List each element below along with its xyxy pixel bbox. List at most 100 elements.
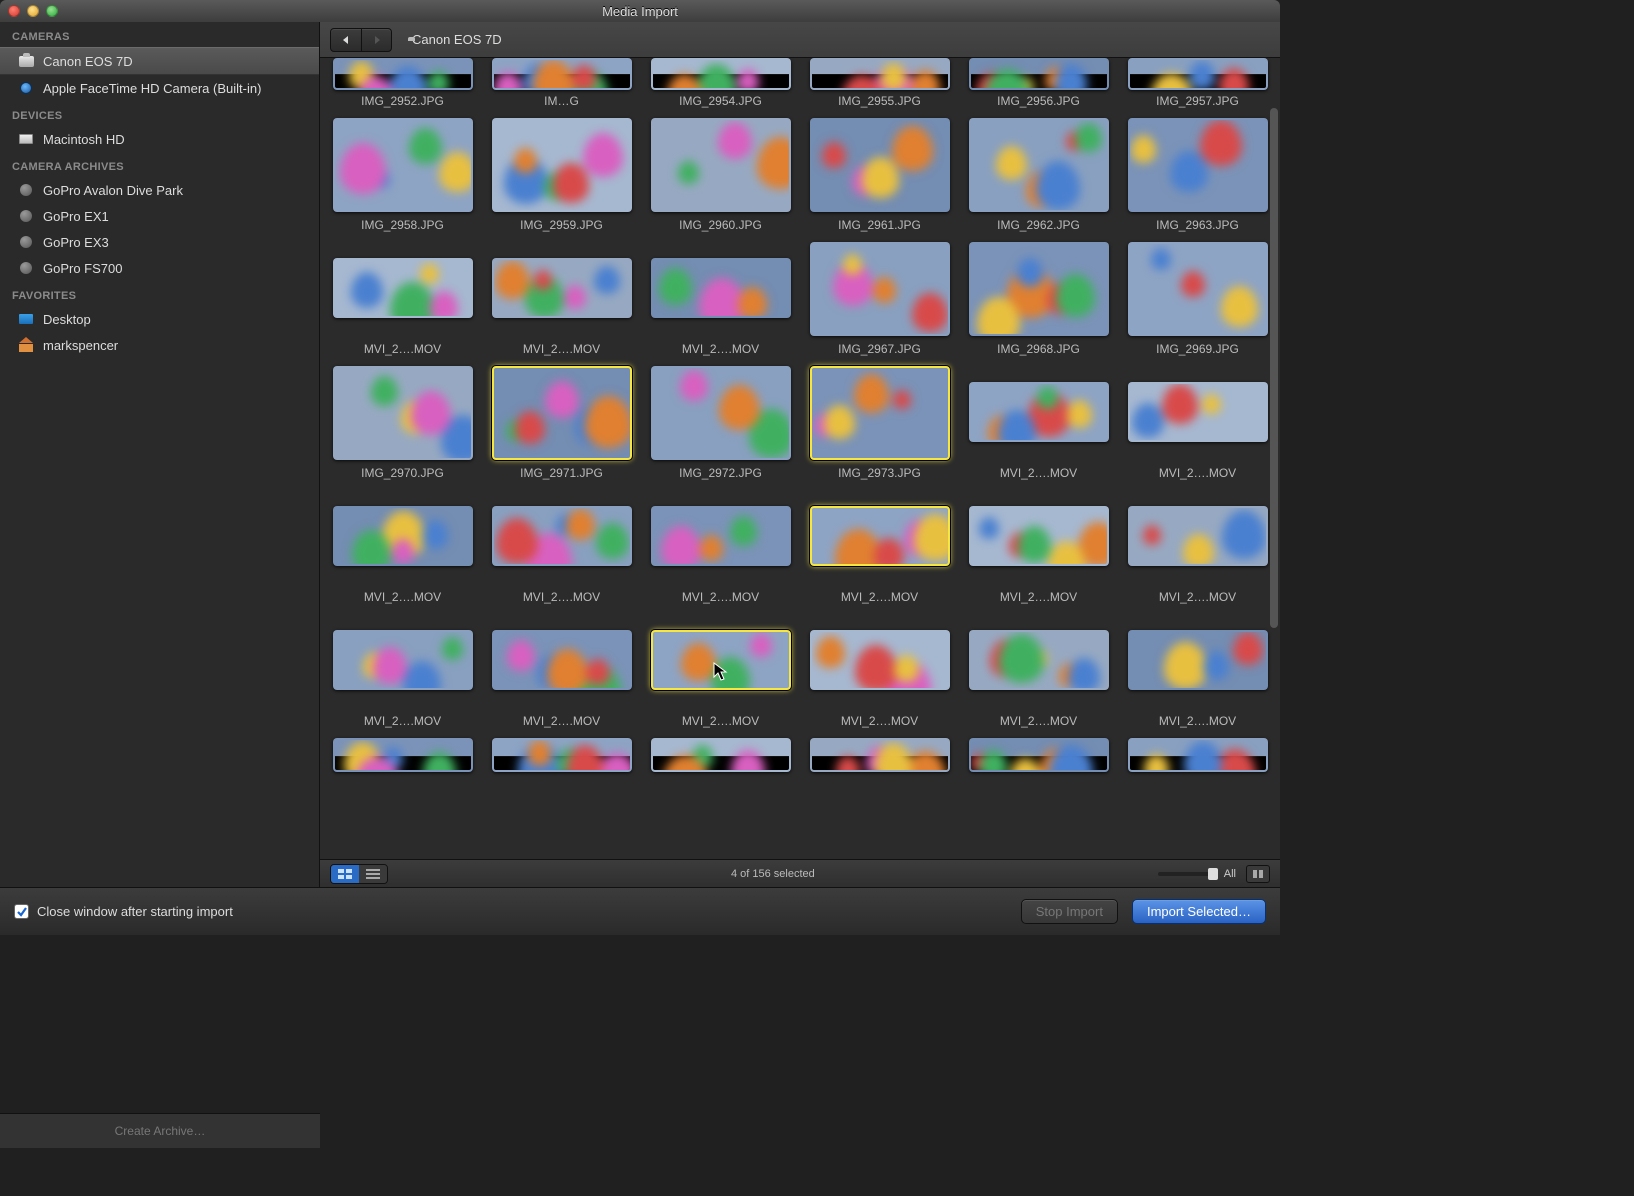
thumbnail[interactable] xyxy=(969,382,1109,442)
thumbnail-item[interactable]: IMG_2955.JPG xyxy=(807,58,952,108)
sidebar-item[interactable]: GoPro EX1 xyxy=(0,203,319,229)
thumbnail[interactable] xyxy=(969,506,1109,566)
thumbnail[interactable] xyxy=(969,242,1109,336)
sidebar-item[interactable]: markspencer xyxy=(0,332,319,358)
scrollbar[interactable] xyxy=(1270,108,1278,859)
thumbnail[interactable] xyxy=(810,630,950,690)
thumbnail[interactable] xyxy=(651,118,791,212)
create-archive-button[interactable]: Create Archive… xyxy=(103,1120,218,1142)
import-selected-button[interactable]: Import Selected… xyxy=(1132,899,1266,924)
close-after-import-checkbox[interactable]: Close window after starting import xyxy=(14,904,233,919)
thumbnail[interactable] xyxy=(492,118,632,212)
thumbnail[interactable] xyxy=(1128,242,1268,336)
thumbnail[interactable] xyxy=(969,58,1109,90)
thumbnail-item[interactable] xyxy=(1125,738,1270,772)
thumbnail-item[interactable]: IMG_2967.JPG xyxy=(807,242,952,356)
thumbnail[interactable] xyxy=(1128,506,1268,566)
thumbnail[interactable] xyxy=(492,366,632,460)
thumbnail-item[interactable]: MVI_2….MOV xyxy=(1125,490,1270,604)
thumbnail-item[interactable]: MVI_2….MOV xyxy=(1125,366,1270,480)
thumbnail[interactable] xyxy=(492,258,632,318)
thumbnail-item[interactable]: MVI_2….MOV xyxy=(330,490,475,604)
thumbnail-item[interactable]: IMG_2963.JPG xyxy=(1125,118,1270,232)
thumbnail[interactable] xyxy=(333,58,473,90)
nav-forward-button[interactable] xyxy=(361,29,391,51)
thumbnail[interactable] xyxy=(969,118,1109,212)
thumbnail-item[interactable] xyxy=(648,738,793,772)
thumbnail-item[interactable]: IMG_2968.JPG xyxy=(966,242,1111,356)
thumbnail-item[interactable]: MVI_2….MOV xyxy=(489,614,634,728)
thumbnail-item[interactable]: IMG_2952.JPG xyxy=(330,58,475,108)
thumbnail[interactable] xyxy=(810,242,950,336)
stop-import-button[interactable]: Stop Import xyxy=(1021,899,1118,924)
thumbnail-item[interactable]: MVI_2….MOV xyxy=(807,490,952,604)
thumbnail[interactable] xyxy=(333,738,473,772)
thumbnail-item[interactable] xyxy=(489,738,634,772)
thumbnail-item[interactable]: MVI_2….MOV xyxy=(966,614,1111,728)
nav-back-button[interactable] xyxy=(331,29,361,51)
thumbnail-size-slider[interactable]: All xyxy=(1158,868,1236,880)
thumbnail-item[interactable]: MVI_2….MOV xyxy=(966,366,1111,480)
thumbnail-item[interactable]: IMG_2970.JPG xyxy=(330,366,475,480)
thumbnail[interactable] xyxy=(333,118,473,212)
thumbnail[interactable] xyxy=(810,366,950,460)
sidebar-item[interactable]: GoPro EX3 xyxy=(0,229,319,255)
thumbnail[interactable] xyxy=(333,506,473,566)
thumbnail-item[interactable]: IMG_2969.JPG xyxy=(1125,242,1270,356)
thumbnail[interactable] xyxy=(1128,58,1268,90)
thumbnail[interactable] xyxy=(810,506,950,566)
thumbnail[interactable] xyxy=(1128,118,1268,212)
thumbnail[interactable] xyxy=(969,630,1109,690)
minimize-window-button[interactable] xyxy=(27,5,39,17)
sidebar-item[interactable]: GoPro FS700 xyxy=(0,255,319,281)
list-view-button[interactable] xyxy=(359,865,387,883)
thumbnail-item[interactable]: IMG_2956.JPG xyxy=(966,58,1111,108)
view-mode-segment[interactable] xyxy=(330,864,388,884)
thumbnail-item[interactable]: IMG_2954.JPG xyxy=(648,58,793,108)
thumbnail-item[interactable] xyxy=(330,738,475,772)
thumbnail[interactable] xyxy=(810,58,950,90)
thumbnail-item[interactable]: IM…G xyxy=(489,58,634,108)
grid-view-button[interactable] xyxy=(331,865,359,883)
breadcrumb[interactable]: Canon EOS 7D xyxy=(404,32,502,47)
thumbnail-item[interactable]: MVI_2….MOV xyxy=(330,242,475,356)
close-window-button[interactable] xyxy=(8,5,20,17)
thumbnail-item[interactable]: IMG_2960.JPG xyxy=(648,118,793,232)
thumbnail-item[interactable]: MVI_2….MOV xyxy=(807,614,952,728)
thumbnail-item[interactable]: MVI_2….MOV xyxy=(489,242,634,356)
thumbnail[interactable] xyxy=(1128,738,1268,772)
thumbnail-item[interactable]: MVI_2….MOV xyxy=(648,614,793,728)
thumbnail[interactable] xyxy=(1128,630,1268,690)
sidebar-item[interactable]: Desktop xyxy=(0,306,319,332)
thumbnail-item[interactable]: IMG_2973.JPG xyxy=(807,366,952,480)
thumbnail[interactable] xyxy=(333,258,473,318)
thumbnail-item[interactable]: IMG_2972.JPG xyxy=(648,366,793,480)
thumbnail[interactable] xyxy=(651,258,791,318)
sidebar-item[interactable]: Canon EOS 7D xyxy=(0,47,319,75)
thumbnail-item[interactable]: IMG_2961.JPG xyxy=(807,118,952,232)
thumbnail-item[interactable] xyxy=(807,738,952,772)
thumbnail[interactable] xyxy=(492,630,632,690)
sidebar-item[interactable]: GoPro Avalon Dive Park xyxy=(0,177,319,203)
thumbnail[interactable] xyxy=(1128,382,1268,442)
thumbnail-item[interactable] xyxy=(966,738,1111,772)
thumbnail[interactable] xyxy=(651,630,791,690)
thumbnail-item[interactable]: IMG_2958.JPG xyxy=(330,118,475,232)
clip-appearance-button[interactable] xyxy=(1246,865,1270,883)
thumbnail[interactable] xyxy=(492,506,632,566)
thumbnail[interactable] xyxy=(333,630,473,690)
thumbnail[interactable] xyxy=(810,118,950,212)
thumbnail-item[interactable]: IMG_2971.JPG xyxy=(489,366,634,480)
thumbnail-item[interactable]: IMG_2962.JPG xyxy=(966,118,1111,232)
zoom-window-button[interactable] xyxy=(46,5,58,17)
thumbnail-item[interactable]: MVI_2….MOV xyxy=(330,614,475,728)
thumbnail[interactable] xyxy=(651,506,791,566)
thumbnail-grid[interactable]: IMG_2952.JPG IM…G IMG_2954.JPG IMG_2955.JPG… xyxy=(320,58,1280,782)
thumbnail-item[interactable]: MVI_2….MOV xyxy=(489,490,634,604)
sidebar-item[interactable]: Apple FaceTime HD Camera (Built-in) xyxy=(0,75,319,101)
thumbnail-item[interactable]: MVI_2….MOV xyxy=(1125,614,1270,728)
thumbnail-item[interactable]: MVI_2….MOV xyxy=(648,242,793,356)
thumbnail-item[interactable]: MVI_2….MOV xyxy=(648,490,793,604)
thumbnail[interactable] xyxy=(333,366,473,460)
sidebar-item[interactable]: Macintosh HD xyxy=(0,126,319,152)
